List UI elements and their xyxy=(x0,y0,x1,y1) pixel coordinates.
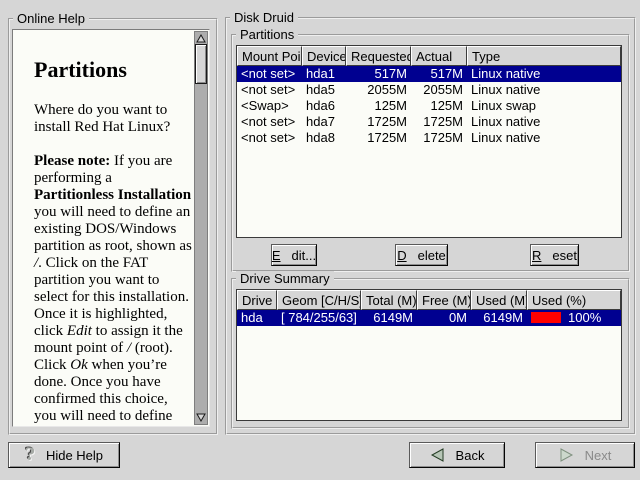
table-body: hda[ 784/255/63]6149M0M6149M100% xyxy=(237,310,621,420)
cell: <not set> xyxy=(237,82,302,98)
column-header[interactable]: Free (M) xyxy=(417,290,471,310)
cell: 1725M xyxy=(346,130,411,146)
cell: Linux native xyxy=(467,130,621,146)
question-mark-icon: ? xyxy=(25,447,35,464)
cell: 1725M xyxy=(411,114,467,130)
cell: 1725M xyxy=(346,114,411,130)
next-button[interactable]: Next xyxy=(535,442,635,468)
table-row[interactable]: <Swap>hda6125M125MLinux swap xyxy=(237,98,621,114)
column-header[interactable]: Requested xyxy=(346,46,411,66)
table-row[interactable]: <not set>hda71725M1725MLinux native xyxy=(237,114,621,130)
back-button[interactable]: Back xyxy=(409,442,505,468)
help-viewport: Partitions Where do you want to install … xyxy=(12,29,210,427)
used-percent-bar xyxy=(531,312,561,323)
column-header[interactable]: Device xyxy=(302,46,346,66)
delete-button[interactable]: Delete xyxy=(395,244,448,266)
cell: <not set> xyxy=(237,114,302,130)
column-header[interactable]: Used (M) xyxy=(471,290,527,310)
cell: 100% xyxy=(527,310,621,326)
column-header[interactable]: Total (M) xyxy=(361,290,417,310)
next-label: Next xyxy=(585,448,612,463)
partitions-frame-label: Partitions xyxy=(236,27,298,42)
table-row[interactable]: <not set>hda52055M2055MLinux native xyxy=(237,82,621,98)
cell: <not set> xyxy=(237,130,302,146)
cell: 517M xyxy=(411,66,467,82)
cell: 6149M xyxy=(471,310,527,326)
cell: [ 784/255/63] xyxy=(277,310,361,326)
cell: 6149M xyxy=(361,310,417,326)
column-header[interactable]: Used (%) xyxy=(527,290,621,310)
column-header[interactable]: Geom [C/H/S] xyxy=(277,290,361,310)
arrow-up-icon xyxy=(196,34,206,43)
cell: hda xyxy=(237,310,277,326)
online-help-frame-label: Online Help xyxy=(13,11,89,26)
table-row[interactable]: hda[ 784/255/63]6149M0M6149M100% xyxy=(237,310,621,326)
cell: 517M xyxy=(346,66,411,82)
cell: 2055M xyxy=(346,82,411,98)
hide-help-button[interactable]: ? Hide Help xyxy=(8,442,120,468)
table-body: <not set>hda1517M517MLinux native<not se… xyxy=(237,66,621,237)
cell: hda7 xyxy=(302,114,346,130)
column-header[interactable]: Drive xyxy=(237,290,277,310)
scroll-down-button[interactable] xyxy=(195,411,207,424)
arrow-down-icon xyxy=(196,413,206,422)
help-heading: Partitions xyxy=(34,58,192,82)
cell: Linux swap xyxy=(467,98,621,114)
partitions-table: Mount PointDeviceRequestedActualType<not… xyxy=(236,45,622,238)
cell: 125M xyxy=(411,98,467,114)
cell: hda8 xyxy=(302,130,346,146)
table-header-row: Mount PointDeviceRequestedActualType xyxy=(237,46,621,66)
drive-summary-frame-label: Drive Summary xyxy=(236,271,334,286)
cell: 2055M xyxy=(411,82,467,98)
reset-button[interactable]: Reset xyxy=(530,244,579,266)
disk-druid-frame-label: Disk Druid xyxy=(230,10,298,25)
cell: 0M xyxy=(417,310,471,326)
edit-button[interactable]: Edit... xyxy=(271,244,317,266)
help-paragraph: Please note: If you are performing a Par… xyxy=(34,153,192,426)
cell: 1725M xyxy=(411,130,467,146)
back-label: Back xyxy=(456,448,485,463)
cell: 125M xyxy=(346,98,411,114)
table-row[interactable]: <not set>hda81725M1725MLinux native xyxy=(237,130,621,146)
help-text: Partitions Where do you want to install … xyxy=(13,30,194,426)
table-header-row: DriveGeom [C/H/S]Total (M)Free (M)Used (… xyxy=(237,290,621,310)
cell: hda1 xyxy=(302,66,346,82)
column-header[interactable]: Mount Point xyxy=(237,46,302,66)
cell: hda5 xyxy=(302,82,346,98)
hide-help-label: Hide Help xyxy=(46,448,103,463)
arrow-left-icon xyxy=(430,448,445,462)
drive-summary-table: DriveGeom [C/H/S]Total (M)Free (M)Used (… xyxy=(236,289,622,421)
cell: Linux native xyxy=(467,82,621,98)
column-header[interactable]: Actual xyxy=(411,46,467,66)
cell: Linux native xyxy=(467,114,621,130)
arrow-right-icon xyxy=(559,448,574,462)
table-row[interactable]: <not set>hda1517M517MLinux native xyxy=(237,66,621,82)
help-scrollbar[interactable] xyxy=(194,31,208,425)
cell: Linux native xyxy=(467,66,621,82)
cell: <Swap> xyxy=(237,98,302,114)
installer-window: { "colors": { "selection": "#000090", "u… xyxy=(0,0,640,480)
help-paragraph: Where do you want to install Red Hat Lin… xyxy=(34,102,192,136)
scrollbar-thumb[interactable] xyxy=(195,44,207,84)
cell: <not set> xyxy=(237,66,302,82)
column-header[interactable]: Type xyxy=(467,46,621,66)
cell: hda6 xyxy=(302,98,346,114)
